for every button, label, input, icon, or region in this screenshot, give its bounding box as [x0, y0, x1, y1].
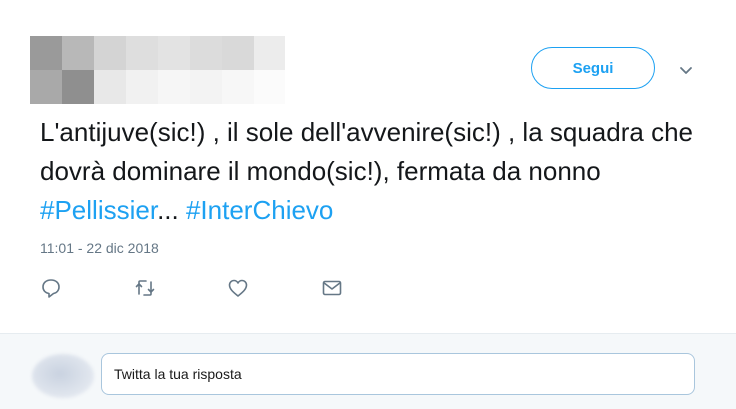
- chevron-down-icon[interactable]: [676, 61, 696, 81]
- tweet-body-text: L'antijuve(sic!) , il sole dell'avvenire…: [40, 117, 693, 186]
- redacted-user-info: [30, 36, 285, 104]
- reply-icon[interactable]: [40, 277, 62, 299]
- tweet-ellipsis: ...: [157, 195, 186, 225]
- hashtag-link-pellissier[interactable]: #Pellissier: [40, 195, 157, 225]
- direct-message-icon[interactable]: [321, 277, 343, 299]
- tweet-card: Segui L'antijuve(sic!) , il sole dell'av…: [0, 0, 736, 333]
- avatar: [32, 354, 94, 398]
- tweet-timestamp[interactable]: 11:01 - 22 dic 2018: [40, 240, 159, 256]
- like-icon[interactable]: [227, 277, 249, 299]
- reply-input[interactable]: [101, 353, 695, 395]
- reply-bar: [0, 333, 736, 409]
- follow-button[interactable]: Segui: [531, 47, 655, 89]
- retweet-icon[interactable]: [134, 277, 156, 299]
- hashtag-link-interchievo[interactable]: #InterChievo: [186, 195, 333, 225]
- tweet-text: L'antijuve(sic!) , il sole dell'avvenire…: [40, 113, 700, 230]
